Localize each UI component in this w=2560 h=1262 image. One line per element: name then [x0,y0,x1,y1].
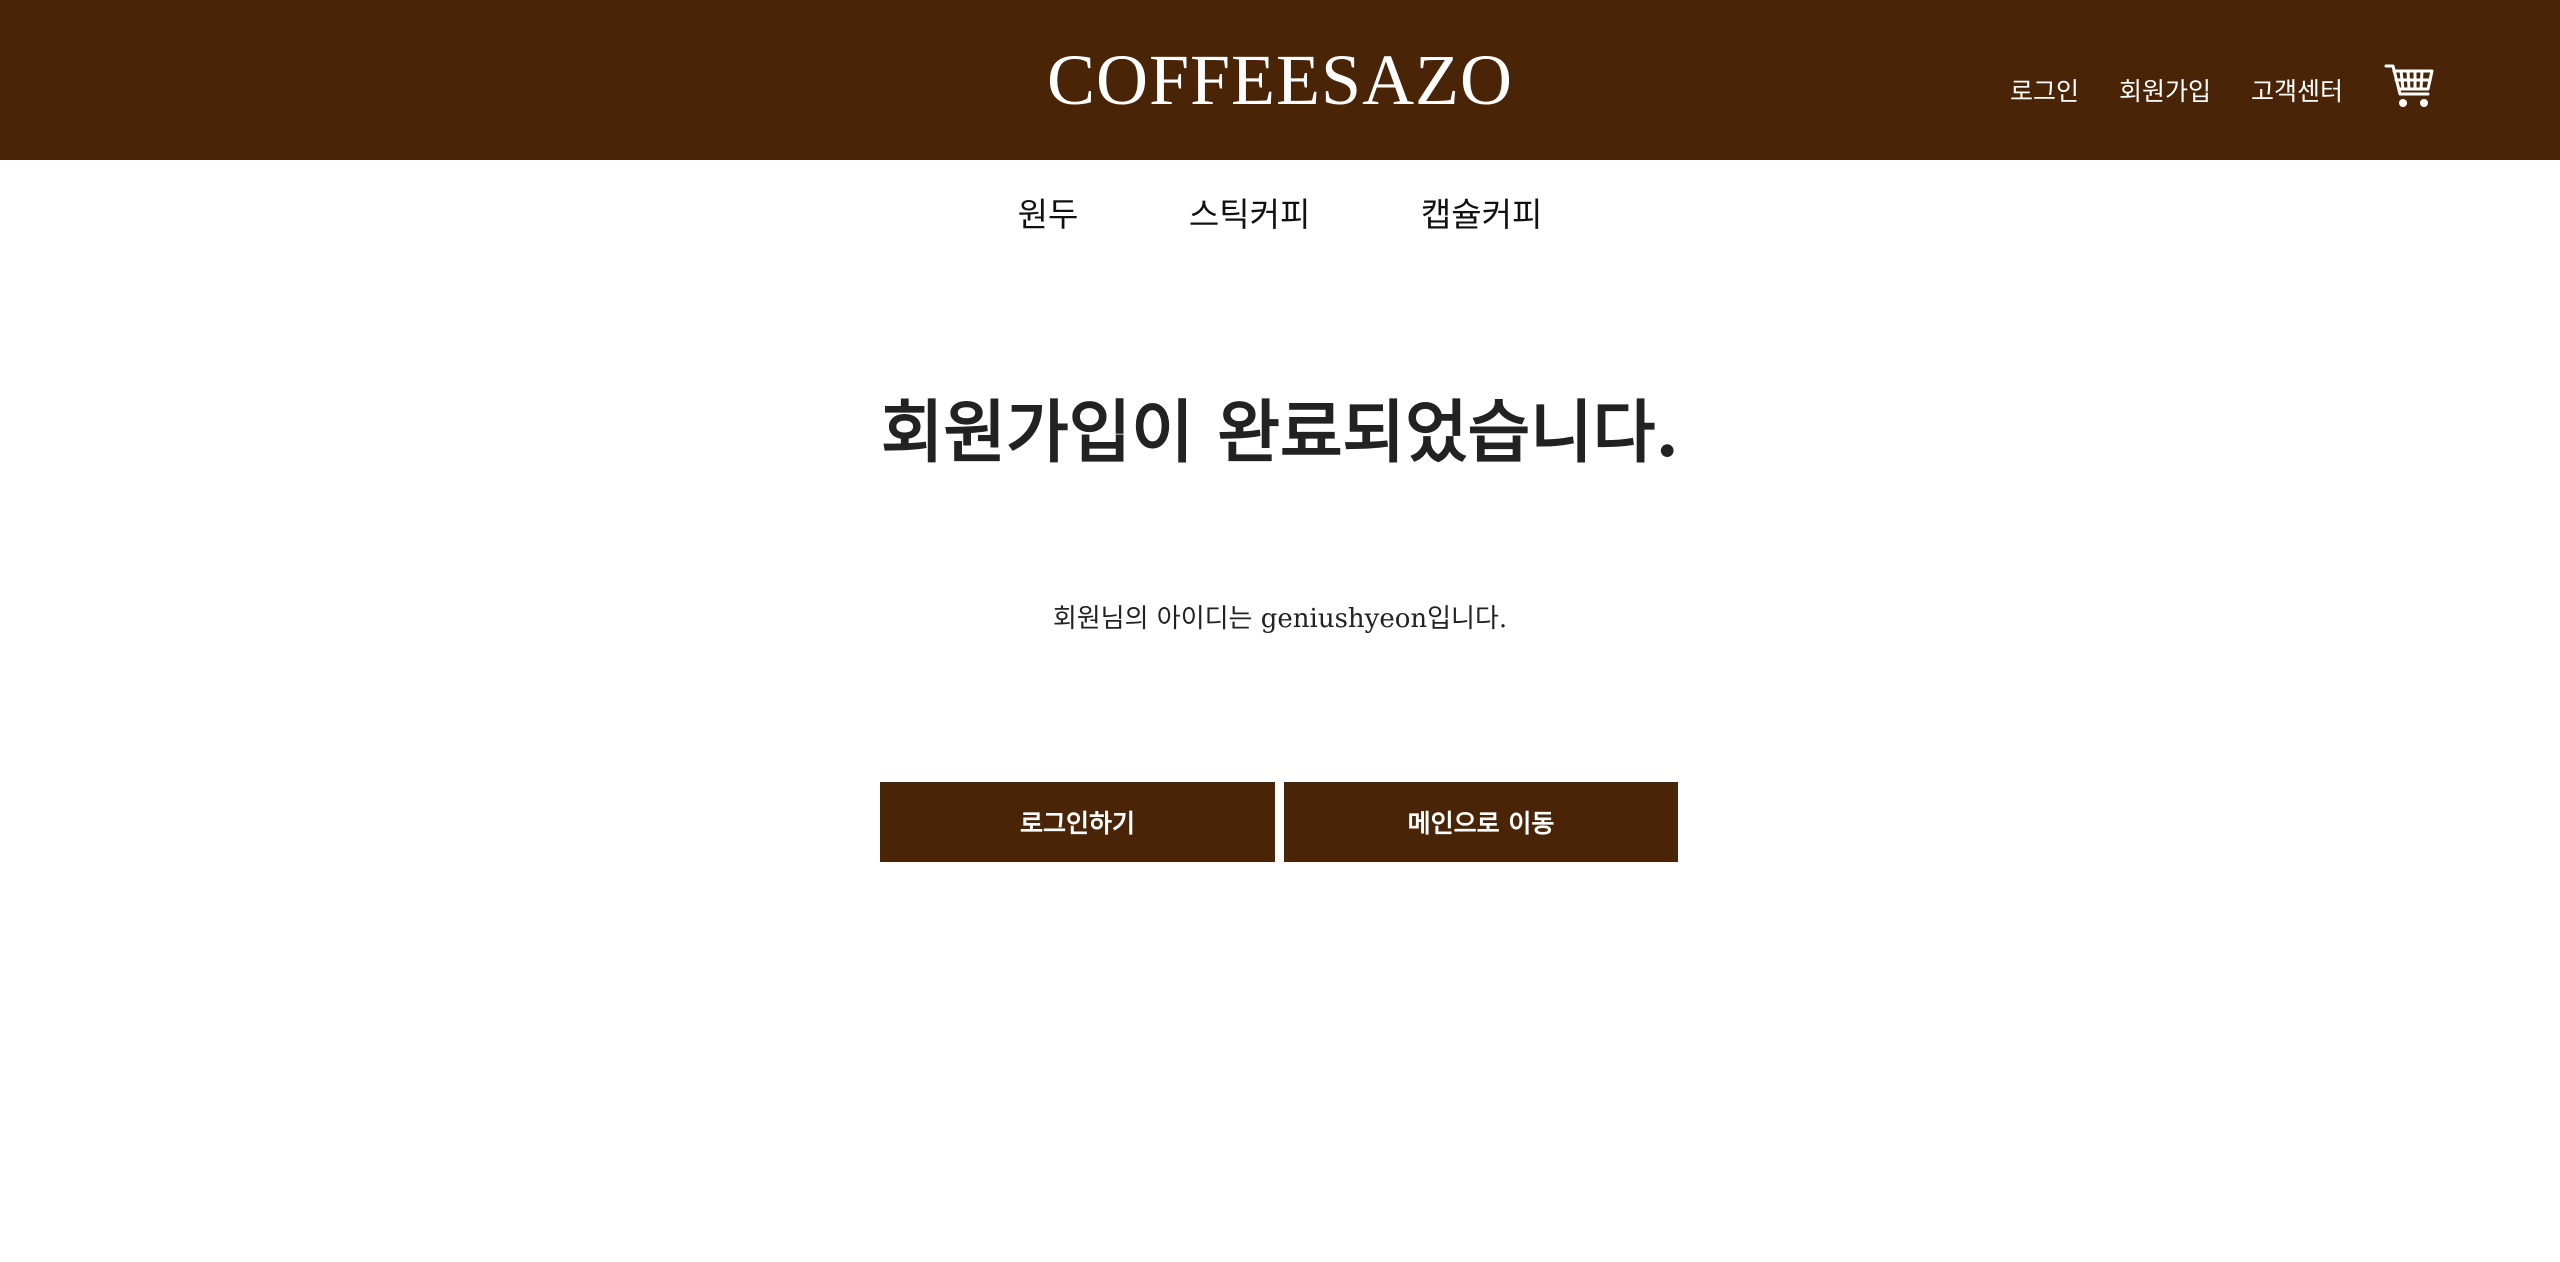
category-nav: 원두 스틱커피 캡슐커피 [0,188,2560,236]
utility-nav: 로그인 회원가입 고객센터 [2010,72,2369,112]
go-main-button[interactable]: 메인으로 이동 [1284,782,1678,862]
shopping-cart-icon[interactable] [2384,60,2436,112]
user-id-message: 회원님의 아이디는 geniushyeon입니다. [1052,604,1508,634]
category-beans[interactable]: 원두 [1018,188,1079,236]
signup-link[interactable]: 회원가입 [2119,72,2211,112]
login-button[interactable]: 로그인하기 [880,782,1275,862]
category-stick-coffee[interactable]: 스틱커피 [1189,188,1310,236]
category-capsule-coffee[interactable]: 캡슐커피 [1421,188,1542,236]
site-header: COFFEESAZO 로그인 회원가입 고객센터 [0,0,2560,160]
page-title: 회원가입이 완료되었습니다. [880,393,1680,473]
login-link[interactable]: 로그인 [2010,72,2079,112]
customer-center-link[interactable]: 고객센터 [2251,72,2343,112]
